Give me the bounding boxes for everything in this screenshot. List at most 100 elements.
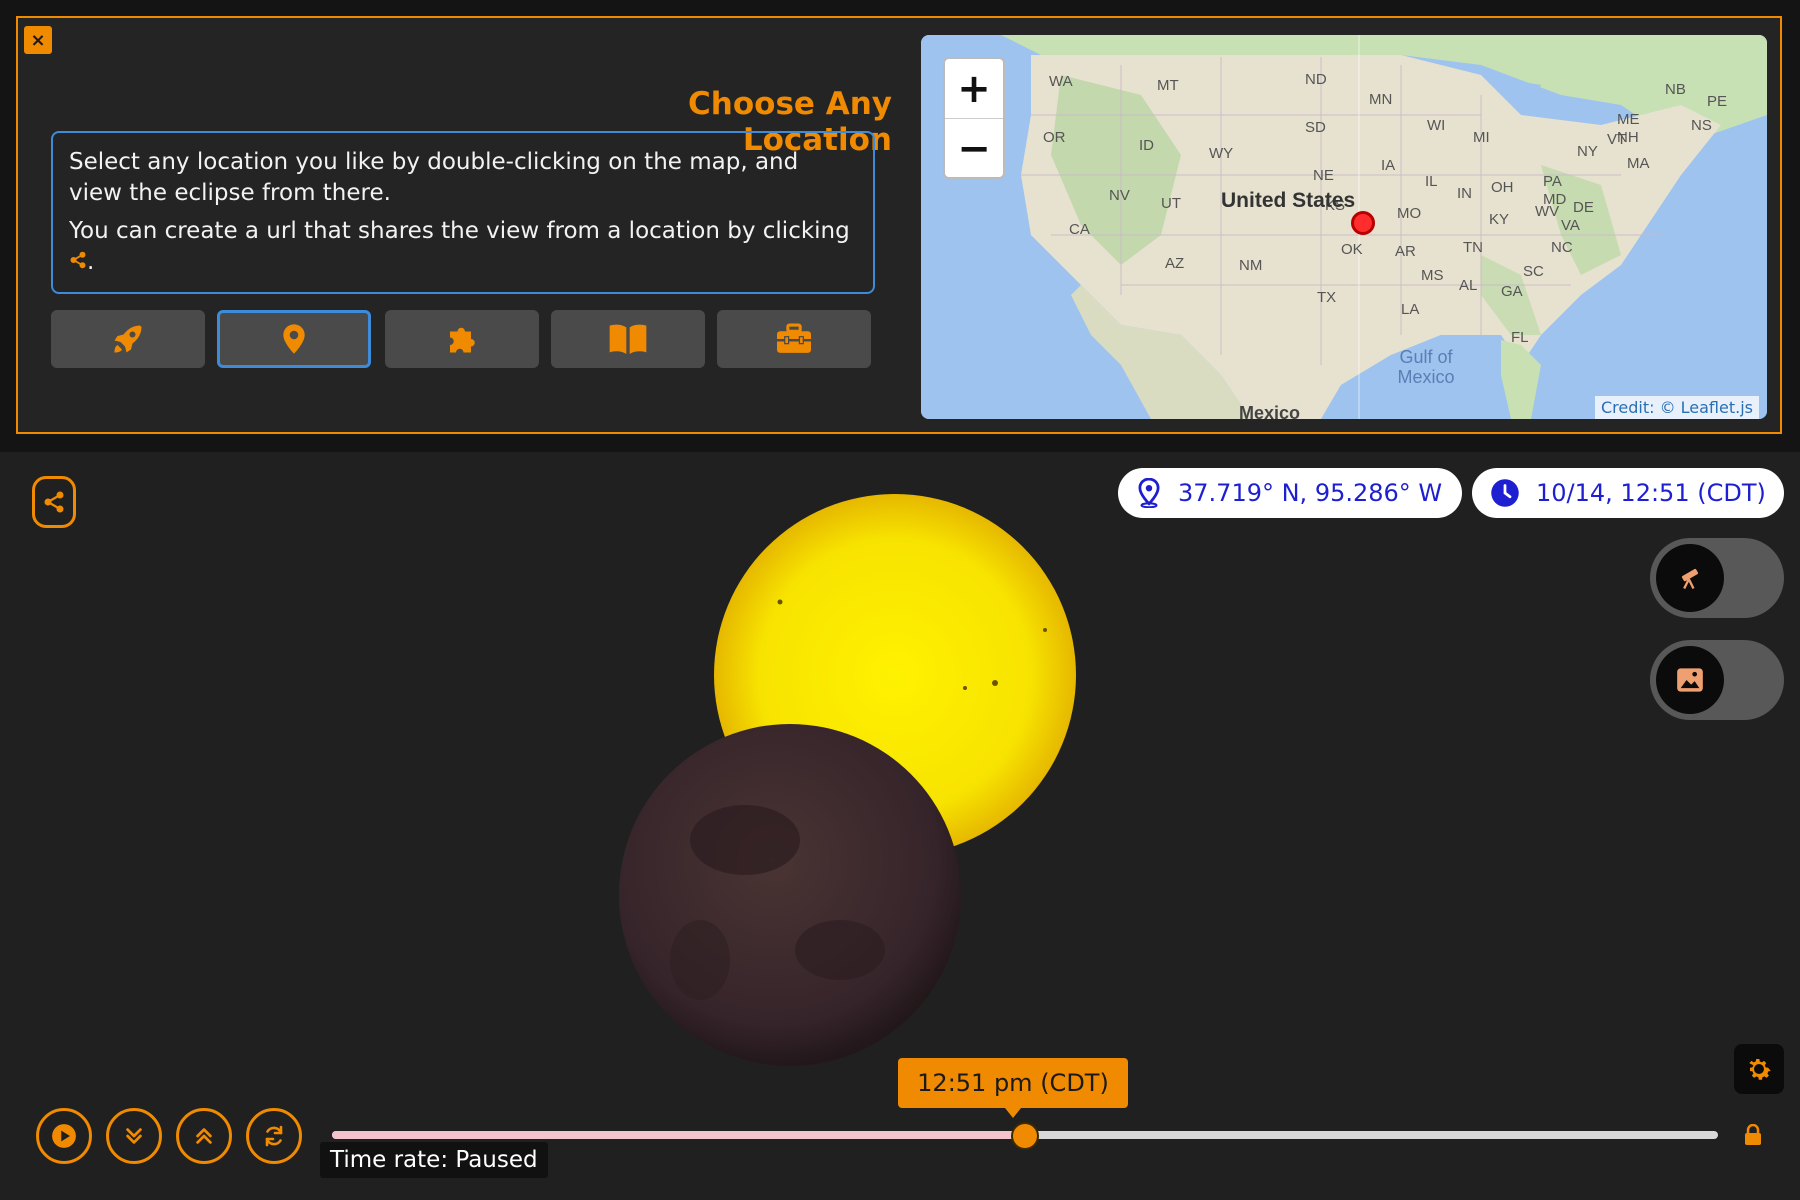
map-label: NB xyxy=(1665,81,1686,98)
puzzle-icon xyxy=(450,327,475,353)
slow-down-icon xyxy=(126,1128,142,1144)
dialog-tabs xyxy=(51,310,875,370)
map-label: MS xyxy=(1421,267,1444,284)
tab-toolbox[interactable] xyxy=(717,310,871,368)
map-label: WY xyxy=(1209,145,1234,162)
share-icon xyxy=(44,491,64,513)
map-label: FL xyxy=(1511,329,1529,346)
time-rate-label: Time rate: Paused xyxy=(320,1142,548,1178)
map-label: NS xyxy=(1691,117,1712,134)
map-label: PA xyxy=(1543,173,1562,190)
zoom-in-button[interactable]: + xyxy=(945,59,1003,118)
map-label: MI xyxy=(1473,129,1490,146)
map-location-marker[interactable] xyxy=(1351,211,1375,235)
image-toggle-knob xyxy=(1656,646,1724,714)
zoom-out-button[interactable]: − xyxy=(945,119,1003,178)
datetime-pill[interactable]: 10/14, 12:51 (CDT) xyxy=(1472,468,1784,518)
rocket-icon xyxy=(114,325,142,353)
map-label: NC xyxy=(1551,239,1573,256)
close-button[interactable]: × xyxy=(24,26,52,54)
map-label: MO xyxy=(1397,205,1422,222)
location-panel: × Choose Any Location Select any locatio… xyxy=(0,0,1800,452)
slow-down-button[interactable] xyxy=(106,1108,162,1164)
time-tooltip: 12:51 pm (CDT) xyxy=(898,1058,1128,1118)
sunspot xyxy=(963,686,967,690)
map-label: UT xyxy=(1161,195,1181,212)
info-box: Select any location you like by double-c… xyxy=(51,131,875,294)
map-label: NY xyxy=(1577,143,1598,160)
telescope-toggle[interactable] xyxy=(1650,538,1784,618)
info-paragraph-2-end: . xyxy=(87,249,95,275)
map-label: MA xyxy=(1627,155,1650,172)
choose-location-dialog: × Choose Any Location Select any locatio… xyxy=(16,16,1782,434)
map-label: IN xyxy=(1457,185,1472,202)
sunspot xyxy=(1043,628,1047,632)
map-basemap xyxy=(921,35,1767,419)
map-label: PE xyxy=(1707,93,1728,110)
reset-icon xyxy=(265,1125,283,1147)
map-label: WV xyxy=(1535,203,1560,220)
map-label: GA xyxy=(1501,283,1523,300)
tab-puzzle[interactable] xyxy=(385,310,539,368)
settings-button[interactable] xyxy=(1734,1044,1784,1094)
share-icon xyxy=(69,247,87,278)
telescope-toggle-knob xyxy=(1656,544,1724,612)
play-button[interactable] xyxy=(36,1108,92,1164)
share-button[interactable] xyxy=(32,476,76,528)
sunspot xyxy=(992,680,998,686)
map-label: NE xyxy=(1313,167,1334,184)
gear-icon xyxy=(1749,1059,1771,1080)
map-label: IL xyxy=(1425,173,1438,190)
clock-icon xyxy=(1491,479,1519,507)
map-credit[interactable]: Credit: © Leaflet.js xyxy=(1594,396,1759,419)
map-label: OK xyxy=(1341,241,1363,258)
map-label: AL xyxy=(1459,277,1478,294)
tab-location[interactable] xyxy=(217,310,371,368)
reset-button[interactable] xyxy=(246,1108,302,1164)
tab-rocket[interactable] xyxy=(51,310,205,368)
datetime-text: 10/14, 12:51 (CDT) xyxy=(1536,479,1766,507)
location-map[interactable]: WA MT ND MN OR ID SD WI MI NY VT NH ME N… xyxy=(921,35,1767,419)
map-label: ND xyxy=(1305,71,1327,88)
map-label: VA xyxy=(1561,217,1580,234)
lock-button[interactable] xyxy=(1744,1123,1762,1150)
map-mexico-label: Mexico xyxy=(1239,403,1301,419)
time-slider-fill xyxy=(332,1131,1025,1139)
zoom-control: + − xyxy=(943,57,1005,179)
map-label: AZ xyxy=(1165,255,1185,272)
speed-up-button[interactable] xyxy=(176,1108,232,1164)
map-label: NM xyxy=(1239,257,1263,274)
map-label: NV xyxy=(1109,187,1130,204)
lock-icon xyxy=(1745,1123,1761,1145)
map-label: CA xyxy=(1069,221,1090,238)
map-water-label: Gulf of Mexico xyxy=(1397,347,1455,387)
sun xyxy=(714,494,1076,856)
info-paragraph-1: Select any location you like by double-c… xyxy=(69,149,799,206)
telescope-icon xyxy=(1681,568,1699,590)
play-icon xyxy=(52,1124,76,1148)
tab-book[interactable] xyxy=(551,310,705,368)
map-label: ME xyxy=(1617,111,1640,128)
location-pill[interactable]: 37.719° N, 95.286° W xyxy=(1118,468,1462,518)
location-text: 37.719° N, 95.286° W xyxy=(1178,479,1443,507)
map-label: WA xyxy=(1049,73,1073,90)
map-label: OR xyxy=(1043,129,1066,146)
map-label: DE xyxy=(1573,199,1594,216)
time-slider-handle[interactable] xyxy=(1011,1122,1039,1150)
moon xyxy=(619,724,961,1066)
map-pin-icon xyxy=(1138,478,1160,508)
map-label: KY xyxy=(1489,211,1510,228)
image-toggle[interactable] xyxy=(1650,640,1784,720)
map-label: MT xyxy=(1157,77,1179,94)
moon-mare xyxy=(795,920,885,980)
book-icon xyxy=(609,324,647,354)
moon-mare xyxy=(690,805,800,875)
map-label: TX xyxy=(1317,289,1337,306)
map-label: IA xyxy=(1381,157,1396,174)
image-icon xyxy=(1677,668,1703,692)
map-label: LA xyxy=(1401,301,1420,318)
map-label: WI xyxy=(1427,117,1446,134)
sunspot xyxy=(777,599,783,605)
moon-mare xyxy=(670,920,730,1000)
map-pin-icon xyxy=(283,324,305,354)
